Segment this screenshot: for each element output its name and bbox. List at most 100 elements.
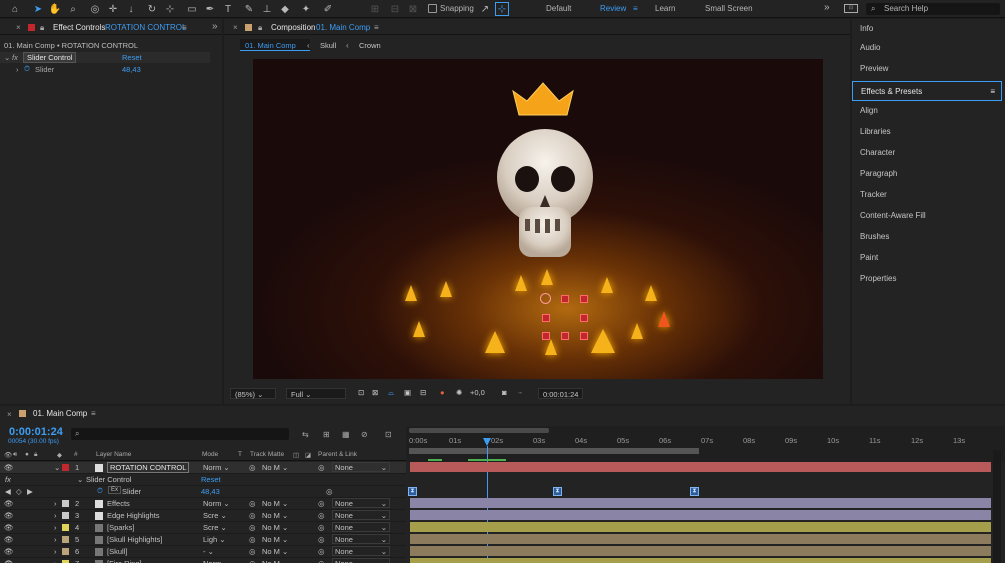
layer-row[interactable]: 👁︎ › 4 [Sparks] Scre ⌄ ◎ No M ⌄ ◎ None ⌄ <box>0 522 406 534</box>
close-tab-icon[interactable]: × <box>16 23 21 32</box>
visibility-eye-icon[interactable]: 👁︎ <box>4 511 14 520</box>
parent-pickwhip-icon[interactable]: ◎ <box>318 463 325 472</box>
hand-tool-icon[interactable]: ✋ <box>48 2 62 16</box>
track-matte-pickwhip-icon[interactable]: ◎ <box>249 535 256 544</box>
transparency-grid-icon[interactable]: ⊠ <box>372 388 378 399</box>
layer-3-bar[interactable] <box>410 510 991 520</box>
playhead-handle[interactable] <box>483 438 491 446</box>
layer-row[interactable]: 👁︎ ⌄ 1 ROTATION CONTROL Norm ⌄ ◎ No M ⌄ ◎ None ⌄ <box>0 462 406 474</box>
track-matte-dropdown[interactable]: No M ⌄ <box>262 559 288 563</box>
breadcrumb-crown[interactable]: Crown <box>359 41 381 50</box>
type-tool-icon[interactable]: T <box>221 2 235 16</box>
expand-layer-icon[interactable]: › <box>54 535 57 544</box>
more-workspaces-icon[interactable]: » <box>824 2 830 13</box>
sub-reset-button[interactable]: Reset <box>201 475 221 484</box>
track-matte-dropdown[interactable]: No M ⌄ <box>262 535 288 544</box>
track-matte-dropdown[interactable]: No M ⌄ <box>262 511 288 520</box>
brush-tool-icon[interactable]: ✎ <box>242 2 256 16</box>
snapshot-view-icon[interactable]: ⊟ <box>420 388 426 399</box>
visibility-eye-icon[interactable]: 👁︎ <box>4 559 14 563</box>
snapping-checkbox[interactable] <box>428 4 437 13</box>
time-ruler[interactable]: 0:00s 01s 02s 03s 04s 05s 06s 07s 08s 09… <box>406 426 1005 462</box>
blend-mode-dropdown[interactable]: Scre ⌄ <box>203 511 227 520</box>
parent-pickwhip-icon[interactable]: ◎ <box>318 559 325 563</box>
layer-search-input[interactable]: ⌕ <box>71 428 289 440</box>
graph-editor-icon[interactable]: ⊡ <box>385 430 392 439</box>
stopwatch-icon[interactable]: ⏱︎ <box>24 64 30 74</box>
fx-icon[interactable]: fx <box>5 475 11 484</box>
panel-brushes[interactable]: Brushes <box>852 227 1002 247</box>
search-help-input[interactable]: ⌕ Search Help <box>866 3 1000 15</box>
timeline-scrollbar[interactable] <box>993 450 1001 563</box>
exposure-value[interactable]: +0,0 <box>470 388 485 399</box>
parent-dropdown[interactable]: None⌄ <box>332 534 390 544</box>
hide-shy-layers-icon[interactable]: ▦ <box>342 430 350 439</box>
zoom-tool-icon[interactable]: ⌕ <box>66 2 80 16</box>
layer-label-swatch[interactable] <box>62 500 69 507</box>
breadcrumb-main-comp[interactable]: 01. Main Comp <box>240 39 310 51</box>
draft-3d-icon[interactable]: ⊞ <box>323 430 330 439</box>
blend-mode-dropdown[interactable]: Scre ⌄ <box>203 523 227 532</box>
axis-icon[interactable]: ⊞ <box>368 2 382 16</box>
parent-pickwhip-icon[interactable]: ◎ <box>318 511 325 520</box>
layer-name[interactable]: [Sparks] <box>107 523 135 532</box>
layer-label-swatch[interactable] <box>62 512 69 519</box>
frame-blending-icon[interactable]: ⊘ <box>361 430 368 439</box>
parent-pickwhip-icon[interactable]: ◎ <box>318 547 325 556</box>
track-matte-dropdown[interactable]: No M ⌄ <box>262 547 288 556</box>
layer-label-swatch[interactable] <box>62 536 69 543</box>
pen-tool-icon[interactable]: ✒ <box>203 2 217 16</box>
layer-row[interactable]: 👁︎ › 6 [Skull] - ⌄ ◎ No M ⌄ ◎ None ⌄ <box>0 546 406 558</box>
rotate-tool-icon[interactable]: ↻ <box>145 2 159 16</box>
visibility-eye-icon[interactable]: 👁︎ <box>4 523 14 532</box>
panel-paint[interactable]: Paint <box>852 248 1002 268</box>
work-area-navigator[interactable] <box>409 428 549 433</box>
layer-name[interactable]: Effects <box>107 499 130 508</box>
add-keyframe-icon[interactable]: ◇ <box>16 487 22 496</box>
stopwatch-icon[interactable]: ⏱︎ <box>97 486 103 496</box>
visibility-eye-icon[interactable]: 👁︎ <box>4 499 14 508</box>
track-matte-dropdown[interactable]: No M ⌄ <box>262 463 288 472</box>
track-matte-dropdown[interactable]: No M ⌄ <box>262 499 288 508</box>
expression-pickwhip-icon[interactable]: ◎ <box>326 487 333 496</box>
exposure-icon[interactable]: ✺ <box>456 388 462 399</box>
panel-properties[interactable]: Properties <box>852 269 1002 289</box>
layer-row[interactable]: 👁︎ › 2 Effects Norm ⌄ ◎ No M ⌄ ◎ None ⌄ <box>0 498 406 510</box>
lock-icon[interactable]: 🔒︎ <box>40 23 44 33</box>
workspace-menu-icon[interactable]: ≡ <box>633 4 638 13</box>
visibility-eye-icon[interactable]: 👁︎ <box>4 535 14 544</box>
panel-paragraph[interactable]: Paragraph <box>852 164 1002 184</box>
label-column-icon[interactable]: ◆ <box>57 451 62 459</box>
mask-visibility-icon[interactable]: ⌓ <box>388 388 394 399</box>
blend-mode-dropdown[interactable]: - ⌄ <box>203 547 214 556</box>
panel-libraries[interactable]: Libraries <box>852 122 1002 142</box>
workspace-default[interactable]: Default <box>546 4 571 13</box>
panel-effects-presets[interactable]: Effects & Presets ≡ <box>852 81 1002 101</box>
grid-guides-icon[interactable]: ▣ <box>404 388 411 399</box>
home-icon[interactable]: ⌂ <box>8 2 22 16</box>
layer-name[interactable]: [Skull Highlights] <box>107 535 162 544</box>
parent-dropdown[interactable]: None⌄ <box>332 522 390 532</box>
timeline-menu-icon[interactable]: ≡ <box>91 409 96 418</box>
parent-dropdown[interactable]: None⌄ <box>332 462 390 472</box>
current-time-display[interactable]: 0:00:01:24 <box>9 426 63 438</box>
roto-brush-icon[interactable]: ✦ <box>299 2 313 16</box>
reset-button[interactable]: Reset <box>122 53 142 62</box>
parent-dropdown[interactable]: None⌄ <box>332 498 390 508</box>
workspace-small-screen[interactable]: Small Screen <box>705 4 753 13</box>
next-keyframe-icon[interactable]: ▶ <box>27 487 33 496</box>
layer-5-bar[interactable] <box>410 534 991 544</box>
slider-sub-row[interactable]: ◀ ◇ ▶ ⏱︎ Ex Slider 48,43 ◎ <box>0 486 406 498</box>
track-matte-pickwhip-icon[interactable]: ◎ <box>249 511 256 520</box>
color-channels-icon[interactable]: ● <box>440 388 445 399</box>
effect-sub-row[interactable]: fx ⌄ Slider Control Reset <box>0 474 406 486</box>
comp-mini-flowchart-icon[interactable]: ⇆ <box>302 430 309 439</box>
expand-layer-icon[interactable]: › <box>54 523 57 532</box>
effects-presets-menu-icon[interactable]: ≡ <box>990 82 995 102</box>
workspace-learn[interactable]: Learn <box>655 4 675 13</box>
layer-label-swatch[interactable] <box>62 548 69 555</box>
composition-viewer[interactable] <box>253 59 823 379</box>
expand-layer-icon[interactable]: › <box>54 559 57 563</box>
expand-layer-icon[interactable]: › <box>54 511 57 520</box>
orbit-tool-icon[interactable]: ◎ <box>88 2 102 16</box>
